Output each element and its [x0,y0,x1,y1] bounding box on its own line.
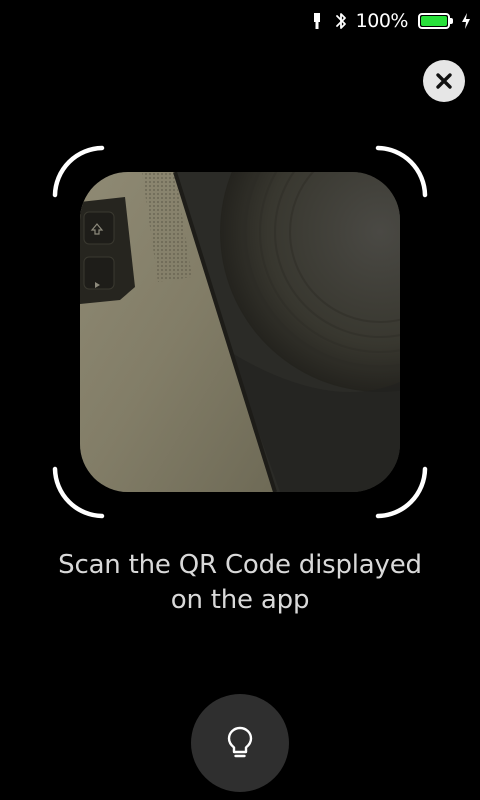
scanner-corner-brackets [52,145,428,519]
instruction-line-2: on the app [170,585,310,615]
qr-scanner-screen: 100% Scan the QR Code displayed on the a… [0,0,480,800]
battery-icon [418,13,453,29]
flashlight-toggle-button[interactable] [191,694,289,792]
battery-level-fill [421,16,447,26]
usb-icon [313,13,320,29]
close-icon [436,73,452,89]
qr-scanner-frame [52,145,428,519]
status-bar: 100% [312,0,480,42]
charging-icon [462,13,470,29]
instruction-line-1: Scan the QR Code displayed [58,550,422,580]
battery-percent: 100% [355,10,409,32]
lightbulb-icon [227,726,253,758]
scan-instruction: Scan the QR Code displayed on the app [20,548,460,618]
close-button[interactable] [423,60,465,102]
bluetooth-icon [335,13,346,29]
